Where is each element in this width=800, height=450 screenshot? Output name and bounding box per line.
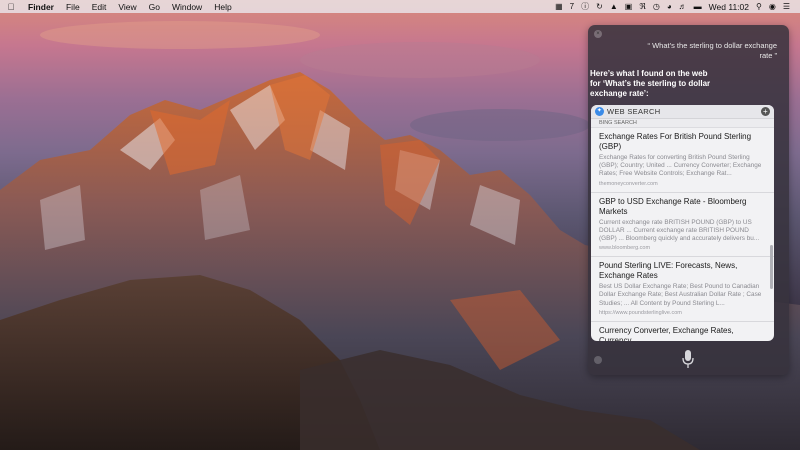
result-description: Current exchange rate BRITISH POUND (GBP…	[599, 218, 760, 243]
menu-file[interactable]: File	[60, 2, 86, 12]
search-result[interactable]: Currency Converter, Exchange Rates, Curr…	[591, 322, 774, 341]
microphone-icon[interactable]	[681, 349, 695, 369]
wifi-icon[interactable]: ◕	[667, 0, 672, 13]
upload-icon[interactable]: ▲	[610, 0, 618, 13]
result-title[interactable]: GBP to USD Exchange Rate - Bloomberg Mar…	[599, 197, 766, 217]
battery-icon[interactable]: ▬	[694, 0, 702, 13]
web-search-card[interactable]: ✦ WEB SEARCH + BING SEARCH Exchange Rate…	[591, 105, 774, 341]
siri-query-text: “ What’s the sterling to dollar exchange…	[647, 41, 777, 60]
bluetooth-icon[interactable]: ℜ	[639, 0, 646, 13]
volume-icon[interactable]: ♬	[679, 0, 687, 13]
card-source-label: BING SEARCH	[591, 119, 774, 128]
menu-help[interactable]: Help	[208, 2, 237, 12]
info-icon[interactable]: ⓘ	[581, 0, 589, 13]
result-url: https://www.poundsterlinglive.com	[599, 309, 682, 316]
card-header-title: WEB SEARCH	[607, 107, 661, 116]
add-to-notification-center-icon[interactable]: +	[761, 107, 770, 116]
card-header: ✦ WEB SEARCH +	[591, 105, 774, 119]
search-result[interactable]: Pound Sterling LIVE: Forecasts, News, Ex…	[591, 257, 774, 322]
spotlight-search-icon[interactable]: ⚲	[756, 0, 762, 13]
status-app-icon[interactable]: ▦	[555, 0, 563, 13]
history-icon[interactable]: ◷	[653, 0, 660, 13]
sync-icon[interactable]: ↻	[596, 0, 603, 13]
result-description: Best US Dollar Exchange Rate; Best Pound…	[599, 283, 762, 307]
notification-count[interactable]: 7	[570, 0, 574, 13]
menu-bar:  Finder File Edit View Go Window Help ▦…	[0, 0, 800, 13]
apple-icon[interactable]: 	[0, 2, 22, 12]
screen-icon[interactable]: ▣	[625, 0, 633, 13]
result-url: themoneyconverter.com	[599, 180, 658, 187]
card-scrollbar[interactable]	[770, 245, 773, 289]
result-title[interactable]: Exchange Rates For British Pound Sterlin…	[599, 132, 766, 152]
menu-clock[interactable]: Wed 11:02	[709, 2, 749, 12]
notification-center-icon[interactable]: ☰	[783, 0, 790, 13]
search-result[interactable]: Exchange Rates For British Pound Sterlin…	[591, 128, 774, 193]
search-result[interactable]: GBP to USD Exchange Rate - Bloomberg Mar…	[591, 193, 774, 258]
result-url: www.bloomberg.com	[599, 245, 651, 252]
menu-view[interactable]: View	[112, 2, 142, 12]
close-icon[interactable]: ×	[594, 30, 602, 38]
status-area: ▦ 7 ⓘ ↻ ▲ ▣ ℜ ◷ ◕ ♬ ▬ Wed 11:02 ⚲ ◉ ☰	[555, 0, 800, 13]
result-title[interactable]: Pound Sterling LIVE: Forecasts, News, Ex…	[599, 261, 766, 281]
menu-edit[interactable]: Edit	[86, 2, 113, 12]
siri-help-icon[interactable]	[594, 356, 602, 364]
menu-finder[interactable]: Finder	[22, 2, 60, 12]
result-description: Exchange Rates for converting British Po…	[599, 154, 762, 178]
siri-icon[interactable]: ◉	[769, 0, 776, 13]
menu-window[interactable]: Window	[166, 2, 208, 12]
menu-go[interactable]: Go	[143, 2, 166, 12]
siri-response-text: Here’s what I found on the web for ‘What…	[590, 69, 711, 98]
result-title[interactable]: Currency Converter, Exchange Rates, Curr…	[599, 326, 766, 341]
safari-compass-icon: ✦	[595, 107, 604, 116]
